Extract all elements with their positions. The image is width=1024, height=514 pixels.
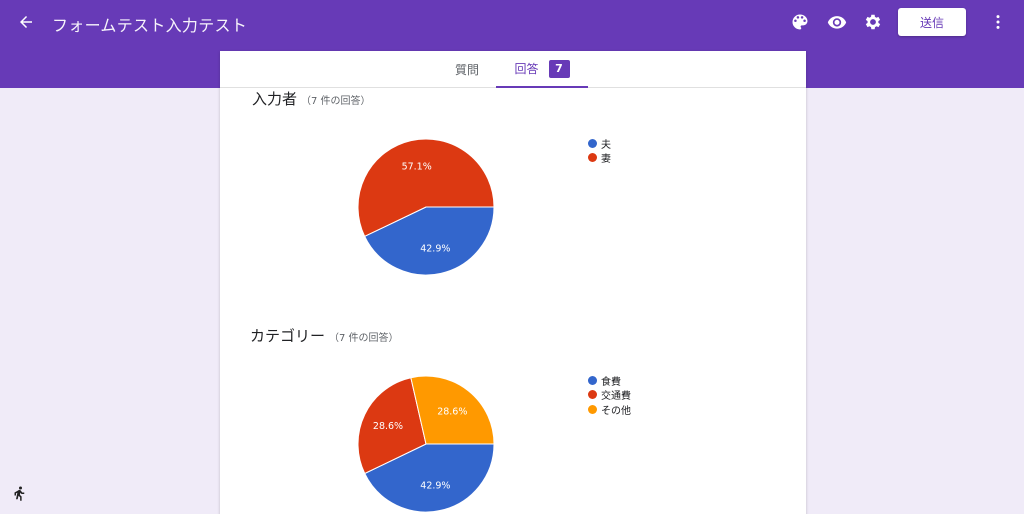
pie-data-label: 57.1% [402,161,432,172]
legend-dot [588,404,597,414]
question-1-title: 入力者 [252,90,298,108]
eye-icon[interactable] [825,10,849,34]
tab-questions[interactable]: 質問 [442,51,492,88]
legend-item: 交通費 [588,388,631,403]
tab-responses[interactable]: 回答 7 [496,51,588,88]
legend-label: 交通費 [601,391,631,403]
responses-card: 質問 回答 7 入力者 （7 件の回答） 42.9% 57.1% 夫 妻 カテゴリー… [220,51,806,514]
pie-chart-2: 42.9% 28.6% 28.6% [357,375,495,513]
legend-label: その他 [601,405,631,417]
send-button[interactable]: 送信 [898,8,966,36]
pie-data-label: 42.9% [420,481,450,492]
pie-chart-1: 42.9% 57.1% [357,138,495,276]
form-title[interactable]: フォームテスト入力テスト [52,12,247,36]
legend-label: 夫 [601,139,611,151]
palette-icon[interactable] [788,10,812,34]
legend-item: 食費 [588,373,631,388]
question-title-2: カテゴリー （7 件の回答） [250,325,399,346]
tab-questions-label: 質問 [454,63,479,77]
pie-data-label: 42.9% [420,244,450,255]
back-arrow-icon[interactable] [14,10,38,34]
question-2-title: カテゴリー [250,327,326,345]
question-1-count: （7 件の回答） [301,96,371,107]
question-2-count: （7 件の回答） [329,333,399,344]
accessibility-runner-icon[interactable] [10,485,28,503]
legend-dot [588,138,597,148]
more-vert-icon[interactable] [986,10,1010,34]
pie-data-label: 28.6% [373,421,403,432]
legend-dot [588,390,597,400]
legend-item: 夫 [588,136,611,151]
gear-icon[interactable] [861,10,885,34]
tab-bar: 質問 回答 7 [220,51,806,88]
legend-item: その他 [588,402,631,417]
legend-dot [588,153,597,163]
question-title-1: 入力者 （7 件の回答） [252,88,371,109]
tab-responses-label: 回答 [514,62,539,76]
legend-item: 妻 [588,151,611,166]
legend-label: 食費 [601,376,621,388]
legend-1: 夫 妻 [588,136,611,165]
legend-dot [588,375,597,385]
legend-2: 食費 交通費 その他 [588,373,631,417]
responses-count-badge: 7 [548,59,570,78]
pie-data-label: 28.6% [437,407,467,418]
legend-label: 妻 [601,154,611,166]
